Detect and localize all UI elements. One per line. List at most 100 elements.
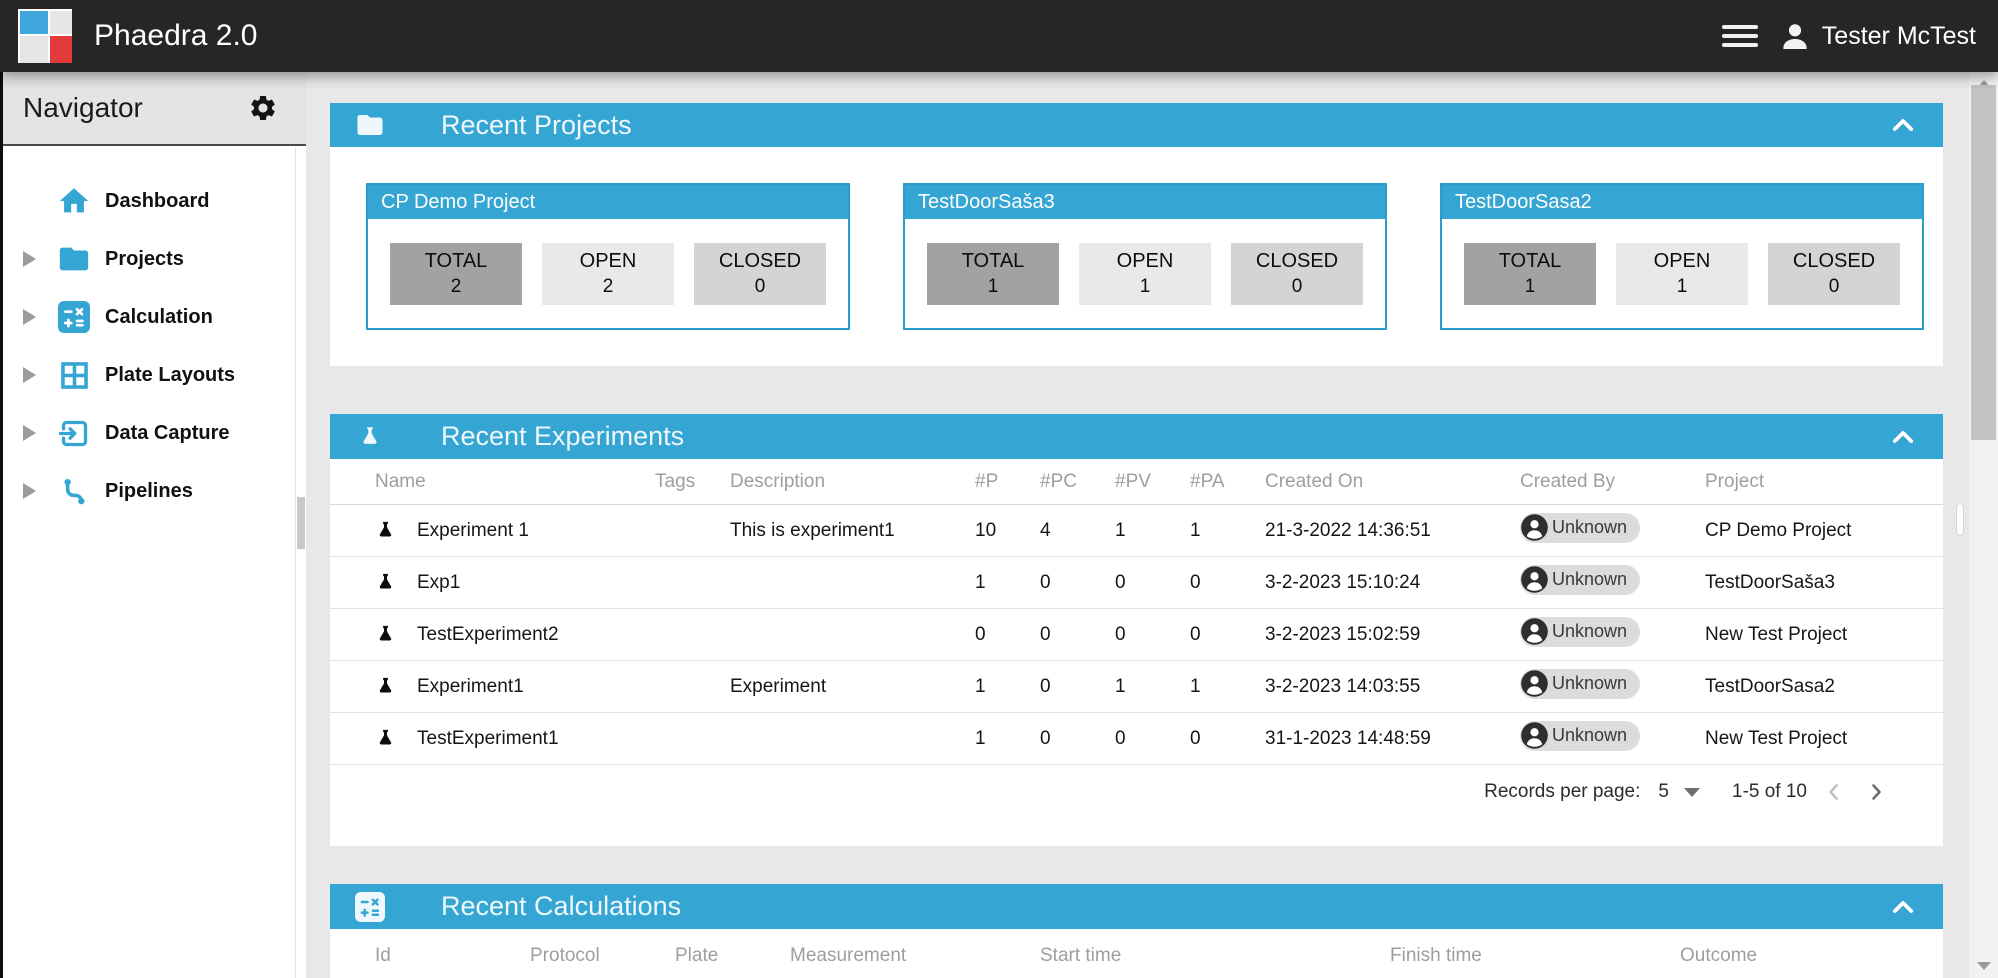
pv-cell: 0 xyxy=(1115,624,1190,646)
sidebar-item-label: Projects xyxy=(105,248,184,271)
flask-icon xyxy=(375,621,396,648)
calculations-table: Id Protocol Plate Measurement Start time… xyxy=(330,929,1943,978)
project-cell: TestDoorSasa2 xyxy=(1705,676,1923,698)
expand-icon[interactable] xyxy=(23,251,45,267)
table-row[interactable]: Experiment1 Experiment 1 0 1 1 3-2-2023 … xyxy=(330,661,1943,713)
project-card-title: TestDoorSaša3 xyxy=(905,185,1385,219)
logo-gray-square xyxy=(50,11,73,34)
expand-icon[interactable] xyxy=(23,425,45,441)
project-card[interactable]: TestDoorSaša3 TOTAL 1 OPEN 1 CLO xyxy=(903,183,1387,330)
pa-cell: 0 xyxy=(1190,572,1265,594)
avatar-icon xyxy=(1520,669,1549,698)
recent-experiments-header: Recent Experiments xyxy=(330,414,1943,459)
sidebar-item-label: Calculation xyxy=(105,306,213,329)
sidebar-item-pipelines[interactable]: Pipelines xyxy=(3,462,306,520)
created-on-cell: 3-2-2023 14:03:55 xyxy=(1265,676,1520,698)
pv-cell: 1 xyxy=(1115,676,1190,698)
sidebar-item-label: Pipelines xyxy=(105,480,193,503)
content-scroll-handle[interactable] xyxy=(1956,503,1964,536)
expand-icon[interactable] xyxy=(23,309,45,325)
gear-icon[interactable] xyxy=(248,93,278,123)
next-page-button[interactable] xyxy=(1861,777,1891,807)
pc-cell: 0 xyxy=(1040,624,1115,646)
previous-page-button[interactable] xyxy=(1819,777,1849,807)
pa-cell: 1 xyxy=(1190,520,1265,542)
experiment-name: TestExperiment1 xyxy=(417,728,559,750)
table-header-row: Name Tags Description #P #PC #PV #PA Cre… xyxy=(330,459,1943,505)
experiment-name: Experiment1 xyxy=(417,676,524,698)
recent-experiments-panel: Recent Experiments Name Tags Description… xyxy=(330,414,1943,846)
stat-open: OPEN 1 xyxy=(1079,243,1211,305)
pc-cell: 0 xyxy=(1040,572,1115,594)
project-card[interactable]: TestDoorSasa2 TOTAL 1 OPEN 1 CLO xyxy=(1440,183,1924,330)
flask-icon xyxy=(375,725,396,752)
sidebar-item-plate-layouts[interactable]: Plate Layouts xyxy=(3,346,306,404)
folder-icon xyxy=(355,110,385,140)
pc-cell: 0 xyxy=(1040,676,1115,698)
sidebar-item-projects[interactable]: Projects xyxy=(3,230,306,288)
stat-total: TOTAL 1 xyxy=(1464,243,1596,305)
recent-projects-panel: Recent Projects CP Demo Project TOTAL 2 xyxy=(330,103,1943,366)
user-icon xyxy=(1778,19,1812,53)
sidebar-item-data-capture[interactable]: Data Capture xyxy=(3,404,306,462)
table-row[interactable]: TestExperiment2 0 0 0 0 3-2-2023 15:02:5… xyxy=(330,609,1943,661)
main-scrollbar-thumb[interactable] xyxy=(1971,85,1996,440)
avatar-icon xyxy=(1520,617,1549,646)
p-cell: 1 xyxy=(975,676,1040,698)
user-menu[interactable]: Tester McTest xyxy=(1778,19,1976,53)
description-cell: Experiment xyxy=(730,676,975,698)
chevron-left-icon xyxy=(1822,780,1846,804)
sidebar-item-dashboard[interactable]: Dashboard xyxy=(3,172,306,230)
app-title: Phaedra 2.0 xyxy=(94,19,257,53)
project-card-stats: TOTAL 2 OPEN 2 CLOSED 0 xyxy=(368,219,848,328)
top-bar: Phaedra 2.0 Tester McTest xyxy=(0,0,1998,72)
expand-icon[interactable] xyxy=(23,483,45,499)
pv-cell: 0 xyxy=(1115,572,1190,594)
stat-open: OPEN 1 xyxy=(1616,243,1748,305)
sidebar-item-label: Dashboard xyxy=(105,190,209,213)
sidebar-scrollbar-thumb[interactable] xyxy=(297,497,305,549)
table-pagination: Records per page: 5 1-5 of 10 xyxy=(330,765,1943,819)
calculator-icon xyxy=(355,892,385,922)
sidebar-scrollbar xyxy=(295,148,306,978)
sidebar-item-label: Plate Layouts xyxy=(105,364,235,387)
data-capture-icon xyxy=(57,416,91,450)
p-cell: 0 xyxy=(975,624,1040,646)
flask-icon xyxy=(375,517,396,544)
p-cell: 1 xyxy=(975,572,1040,594)
main-content: Recent Projects CP Demo Project TOTAL 2 xyxy=(306,72,1969,978)
pagination-range: 1-5 of 10 xyxy=(1732,781,1807,803)
table-row[interactable]: Experiment 1 This is experiment1 10 4 1 … xyxy=(330,505,1943,557)
records-per-page-select[interactable]: 5 xyxy=(1658,781,1700,803)
stat-closed: CLOSED 0 xyxy=(1768,243,1900,305)
table-row[interactable]: TestExperiment1 1 0 0 0 31-1-2023 14:48:… xyxy=(330,713,1943,765)
chevron-up-icon[interactable] xyxy=(1889,423,1917,451)
pipeline-icon xyxy=(57,474,91,508)
folder-icon xyxy=(57,242,91,276)
sidebar-item-calculation[interactable]: Calculation xyxy=(3,288,306,346)
table-row[interactable]: Exp1 1 0 0 0 3-2-2023 15:10:24 Unknown xyxy=(330,557,1943,609)
records-per-page-label: Records per page: xyxy=(1484,781,1640,803)
recent-calculations-panel: Recent Calculations Id Protocol Plate Me… xyxy=(330,884,1943,978)
recent-calculations-header: Recent Calculations xyxy=(330,884,1943,929)
experiment-name: Exp1 xyxy=(417,572,460,594)
menu-icon[interactable] xyxy=(1722,25,1758,47)
stat-total: TOTAL 1 xyxy=(927,243,1059,305)
stat-closed: CLOSED 0 xyxy=(694,243,826,305)
project-cell: TestDoorSaša3 xyxy=(1705,572,1923,594)
scroll-down-arrow[interactable] xyxy=(1977,962,1991,970)
logo-blue-square xyxy=(20,11,48,34)
expand-icon[interactable] xyxy=(23,367,45,383)
description-cell: This is experiment1 xyxy=(730,520,975,542)
pa-cell: 0 xyxy=(1190,624,1265,646)
pc-cell: 0 xyxy=(1040,728,1115,750)
project-card[interactable]: CP Demo Project TOTAL 2 OPEN 2 C xyxy=(366,183,850,330)
project-card-title: CP Demo Project xyxy=(368,185,848,219)
created-by-chip: Unknown xyxy=(1520,617,1640,647)
chevron-up-icon[interactable] xyxy=(1889,111,1917,139)
avatar-icon xyxy=(1520,565,1549,594)
pa-cell: 0 xyxy=(1190,728,1265,750)
chevron-up-icon[interactable] xyxy=(1889,893,1917,921)
flask-icon xyxy=(375,673,396,700)
table-header-row: Id Protocol Plate Measurement Start time… xyxy=(330,929,1943,978)
